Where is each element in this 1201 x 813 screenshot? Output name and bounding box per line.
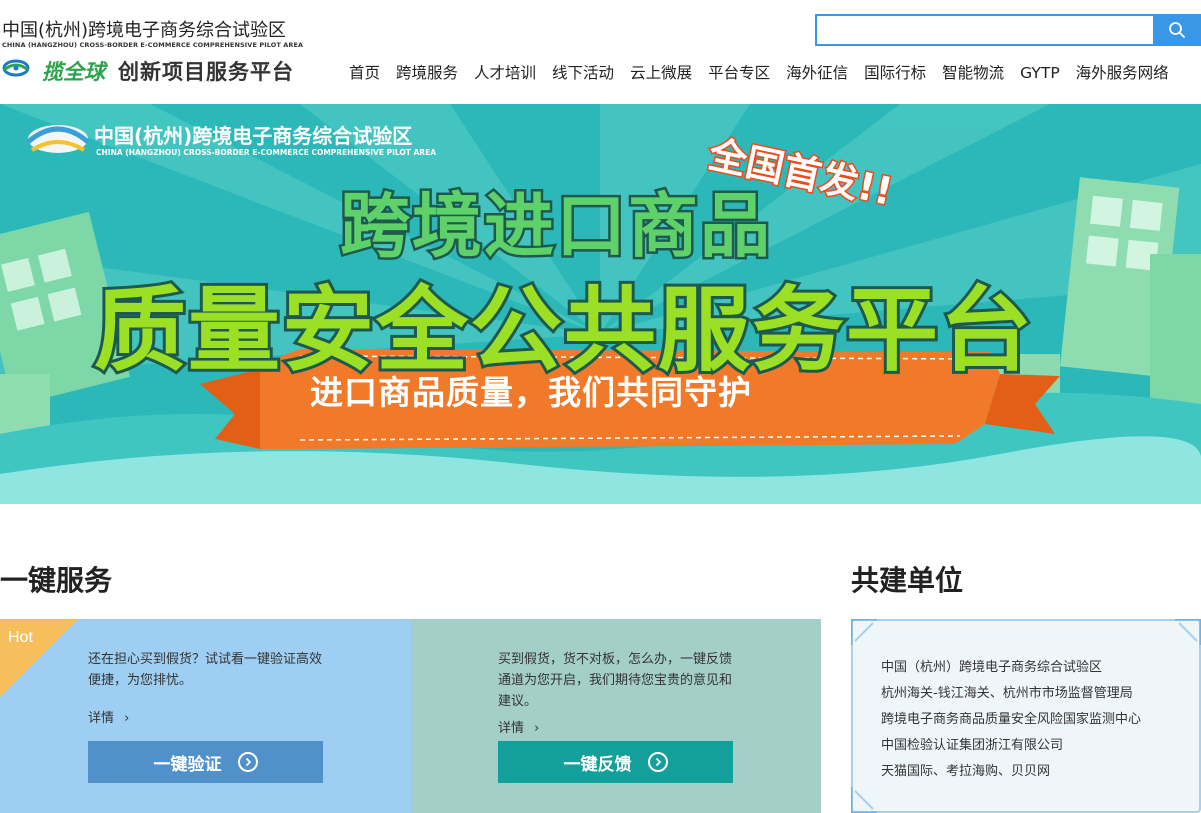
chevron-right-icon: › [534, 721, 540, 736]
search-button[interactable] [1153, 14, 1201, 46]
service-card-verify: Hot 还在担心买到假货？试试看一键验证高效便捷，为您排忧。 详情 › 一键验证 [0, 619, 411, 813]
logo-title-en: CHINA (HANGZHOU) CROSS-BORDER E-COMMERCE… [2, 41, 304, 49]
verify-button-label: 一键验证 [153, 754, 222, 775]
nav-item-home[interactable]: 首页 [349, 60, 380, 86]
globe-logo-icon [2, 59, 30, 77]
nav-item-cross-border-services[interactable]: 跨境服务 [396, 60, 458, 86]
partner-item: 跨境电子商务商品质量安全风险国家监测中心 [881, 712, 1142, 727]
service-card-details-link[interactable]: 详情 › [88, 707, 129, 726]
site-header: 中国(杭州)跨境电子商务综合试验区 CHINA (HANGZHOU) CROSS… [0, 0, 1201, 104]
nav-item-cloud-exhibition[interactable]: 云上微展 [630, 60, 692, 86]
partners-panel: 中国（杭州）跨境电子商务综合试验区 杭州海关-钱江海关、杭州市市场监督管理局 跨… [851, 619, 1201, 813]
service-card-description: 买到假货，货不对板，怎么办，一键反馈通道为您开启，我们期待您宝贵的意见和建议。 [498, 652, 733, 709]
nav-item-offline-events[interactable]: 线下活动 [552, 60, 614, 86]
feedback-button-label: 一键反馈 [563, 754, 632, 775]
partner-item: 中国（杭州）跨境电子商务综合试验区 [881, 660, 1103, 675]
main-nav: 首页 跨境服务 人才培训 线下活动 云上微展 平台专区 海外征信 国际行标 智能… [349, 60, 1169, 86]
nav-item-intl-standards[interactable]: 国际行标 [864, 60, 926, 86]
logo-subtitle: 创新项目服务平台 [118, 60, 294, 84]
hot-badge-label: Hot [8, 629, 33, 646]
partner-list: 中国（杭州）跨境电子商务综合试验区 杭州海关-钱江海关、杭州市市场监督管理局 跨… [881, 655, 1141, 785]
corner-decoration-icon [851, 787, 877, 813]
nav-item-platform-zone[interactable]: 平台专区 [708, 60, 770, 86]
arrow-circle-icon [237, 752, 258, 772]
chevron-right-icon: › [124, 711, 130, 726]
search-icon [1169, 22, 1185, 38]
service-card-feedback: 买到假货，货不对板，怎么办，一键反馈通道为您开启，我们期待您宝贵的意见和建议。 … [411, 619, 821, 813]
nav-item-talent-training[interactable]: 人才培训 [474, 60, 536, 86]
site-logo[interactable]: 中国(杭州)跨境电子商务综合试验区 CHINA (HANGZHOU) CROSS… [0, 14, 310, 84]
logo-brand: 揽全球 [42, 60, 105, 84]
corner-decoration-icon [851, 619, 877, 645]
partner-item: 杭州海关-钱江海关、杭州市市场监督管理局 [881, 686, 1133, 701]
details-link-label: 详情 [498, 721, 525, 736]
partner-item: 中国检验认证集团浙江有限公司 [881, 738, 1064, 753]
banner-ribbon-slogan: 进口商品质量，我们共同守护 [310, 373, 752, 412]
partners-section-title: 共建单位 [851, 564, 964, 597]
services-section-title: 一键服务 [0, 564, 113, 597]
details-link-label: 详情 [88, 711, 115, 726]
hero-banner[interactable]: 中国(杭州)跨境电子商务综合试验区 CHINA (HANGZHOU) CROSS… [0, 104, 1201, 504]
corner-decoration-icon [1175, 619, 1201, 645]
banner-logo-title-cn: 中国(杭州)跨境电子商务综合试验区 [94, 124, 413, 148]
verify-button[interactable]: 一键验证 [88, 741, 323, 783]
feedback-button[interactable]: 一键反馈 [498, 741, 733, 783]
partner-item: 天猫国际、考拉海购、贝贝网 [881, 764, 1051, 779]
nav-item-gytp[interactable]: GYTP [1020, 60, 1060, 86]
logo-title-cn: 中国(杭州)跨境电子商务综合试验区 [2, 20, 287, 41]
nav-item-smart-logistics[interactable]: 智能物流 [942, 60, 1004, 86]
nav-item-overseas-network[interactable]: 海外服务网络 [1076, 60, 1169, 86]
search-bar [815, 14, 1201, 46]
service-card-details-link[interactable]: 详情 › [498, 717, 539, 736]
service-card-description: 还在担心买到假货？试试看一键验证高效便捷，为您排忧。 [88, 652, 323, 688]
nav-item-overseas-credit[interactable]: 海外征信 [786, 60, 848, 86]
banner-logo-title-en: CHINA (HANGZHOU) CROSS-BORDER E-COMMERCE… [96, 148, 436, 157]
arrow-circle-icon [647, 752, 668, 772]
search-input[interactable] [817, 16, 1155, 44]
